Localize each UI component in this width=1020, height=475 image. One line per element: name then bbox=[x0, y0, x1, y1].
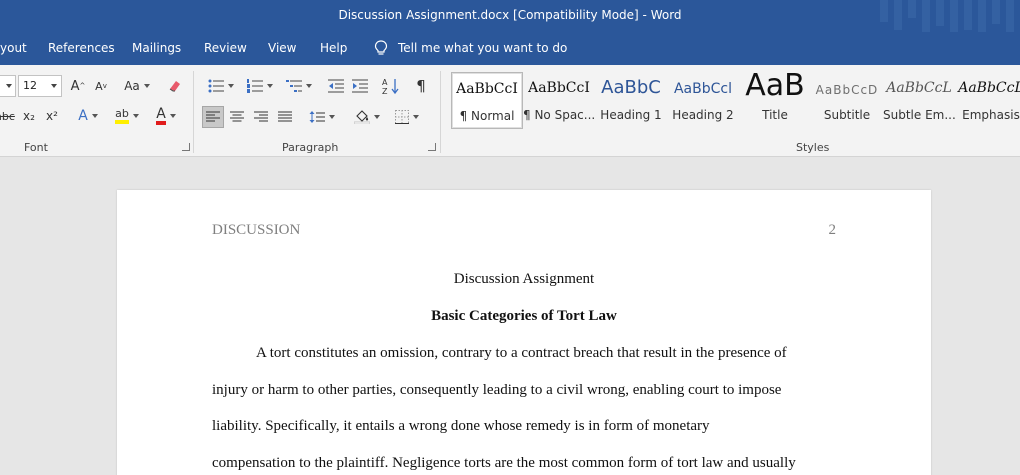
svg-text:A: A bbox=[382, 78, 388, 87]
line-spacing-button[interactable] bbox=[306, 107, 338, 127]
show-formatting-button[interactable]: ¶ bbox=[411, 76, 431, 96]
highlighter-icon: ab bbox=[115, 108, 129, 124]
align-left-icon bbox=[206, 111, 220, 122]
styles-group-label: Styles bbox=[796, 141, 830, 154]
sort-button[interactable]: AZ bbox=[381, 75, 401, 97]
justify-icon bbox=[278, 111, 292, 122]
tell-me-box[interactable]: Tell me what you want to do bbox=[374, 40, 567, 56]
font-color-icon: A bbox=[156, 107, 166, 125]
borders-icon bbox=[395, 110, 409, 124]
align-center-icon bbox=[230, 111, 244, 122]
paragraph-dialog-launcher-icon[interactable] bbox=[428, 143, 436, 151]
eraser-icon bbox=[169, 81, 180, 92]
bullet-list-icon bbox=[208, 79, 224, 93]
lightbulb-icon bbox=[374, 40, 388, 55]
document-heading: Basic Categories of Tort Law bbox=[431, 308, 617, 324]
body-line: injury or harm to other parties, consequ… bbox=[212, 382, 782, 398]
text-effects-button[interactable]: A bbox=[74, 107, 102, 125]
decrease-indent-button[interactable] bbox=[326, 76, 346, 96]
body-line: liability. Specifically, it entails a wr… bbox=[212, 418, 710, 434]
paint-bucket-icon bbox=[354, 110, 370, 124]
tab-review[interactable]: Review bbox=[204, 41, 247, 55]
document-canvas: DISCUSSION 2 Discussion Assignment Basic… bbox=[0, 157, 1020, 475]
multilevel-list-button[interactable] bbox=[282, 76, 316, 96]
increase-indent-button[interactable] bbox=[350, 76, 370, 96]
font-name-dropdown[interactable] bbox=[0, 75, 16, 97]
group-separator bbox=[440, 71, 441, 153]
svg-text:Z: Z bbox=[382, 87, 388, 95]
font-size-dropdown[interactable]: 12 bbox=[18, 75, 62, 97]
style-normal[interactable]: AaBbCcI ¶ Normal bbox=[451, 72, 523, 129]
superscript-button[interactable]: x² bbox=[43, 107, 61, 125]
numbering-button[interactable] bbox=[243, 76, 277, 96]
font-color-button[interactable]: A bbox=[150, 107, 182, 125]
window-title: Discussion Assignment.docx [Compatibilit… bbox=[338, 8, 682, 22]
document-page[interactable]: DISCUSSION 2 Discussion Assignment Basic… bbox=[117, 190, 931, 475]
group-separator bbox=[193, 71, 194, 153]
tab-help[interactable]: Help bbox=[320, 41, 347, 55]
justify-button[interactable] bbox=[275, 107, 295, 127]
style-heading-1[interactable]: AaBbC Heading 1 bbox=[595, 72, 667, 129]
tab-view[interactable]: View bbox=[268, 41, 296, 55]
sort-icon: AZ bbox=[382, 78, 399, 95]
body-line: compensation to the plaintiff. Negligenc… bbox=[212, 455, 796, 471]
align-center-button[interactable] bbox=[227, 107, 247, 127]
paragraph-group-label: Paragraph bbox=[282, 141, 339, 154]
decrease-indent-icon bbox=[328, 79, 344, 93]
multilevel-list-icon bbox=[286, 80, 302, 92]
shading-button[interactable] bbox=[350, 107, 384, 127]
align-right-button[interactable] bbox=[251, 107, 271, 127]
style-heading-2[interactable]: AaBbCcl Heading 2 bbox=[667, 72, 739, 129]
clear-formatting-button[interactable] bbox=[165, 76, 185, 96]
shrink-font-button[interactable]: Av bbox=[93, 77, 109, 95]
style-title[interactable]: AaB Title bbox=[739, 72, 811, 129]
style-subtitle[interactable]: AaBbCcD Subtitle bbox=[811, 72, 883, 129]
ribbon-tabs: yout References Mailings Review View Hel… bbox=[0, 32, 1020, 65]
bullets-button[interactable] bbox=[204, 76, 238, 96]
strikethrough-button[interactable]: abc bbox=[0, 107, 16, 125]
styles-gallery: AaBbCcI ¶ Normal AaBbCcI ¶ No Spac... Aa… bbox=[449, 70, 1020, 132]
increase-indent-icon bbox=[352, 79, 368, 93]
numbered-list-icon bbox=[247, 79, 263, 93]
tab-references[interactable]: References bbox=[48, 41, 115, 55]
ribbon: 12 A^ Av Aa abc x₂ x² A ab A Font AZ ¶ bbox=[0, 65, 1020, 157]
change-case-button[interactable]: Aa bbox=[121, 77, 153, 95]
font-dialog-launcher-icon[interactable] bbox=[182, 143, 190, 151]
highlight-color-button[interactable]: ab bbox=[110, 107, 144, 125]
font-group-label: Font bbox=[24, 141, 48, 154]
running-head: DISCUSSION bbox=[212, 222, 301, 238]
title-bar: Discussion Assignment.docx [Compatibilit… bbox=[0, 0, 1020, 40]
style-no-spacing[interactable]: AaBbCcI ¶ No Spac... bbox=[523, 72, 595, 129]
body-line: A tort constitutes an omission, contrary… bbox=[256, 345, 787, 361]
line-spacing-icon bbox=[309, 111, 325, 123]
tab-mailings[interactable]: Mailings bbox=[132, 41, 181, 55]
borders-button[interactable] bbox=[390, 107, 424, 127]
page-number: 2 bbox=[828, 222, 837, 238]
document-title: Discussion Assignment bbox=[453, 271, 595, 287]
style-subtle-emphasis[interactable]: AaBbCcL Subtle Em... bbox=[883, 72, 955, 129]
align-left-button[interactable] bbox=[202, 106, 224, 128]
align-right-icon bbox=[254, 111, 268, 122]
font-size-value: 12 bbox=[23, 79, 37, 92]
subscript-button[interactable]: x₂ bbox=[20, 107, 38, 125]
tab-layout[interactable]: yout bbox=[0, 41, 27, 55]
style-emphasis[interactable]: AaBbCcL Emphasis bbox=[955, 72, 1020, 129]
grow-font-button[interactable]: A ^ bbox=[70, 77, 86, 95]
tell-me-text: Tell me what you want to do bbox=[398, 41, 568, 55]
